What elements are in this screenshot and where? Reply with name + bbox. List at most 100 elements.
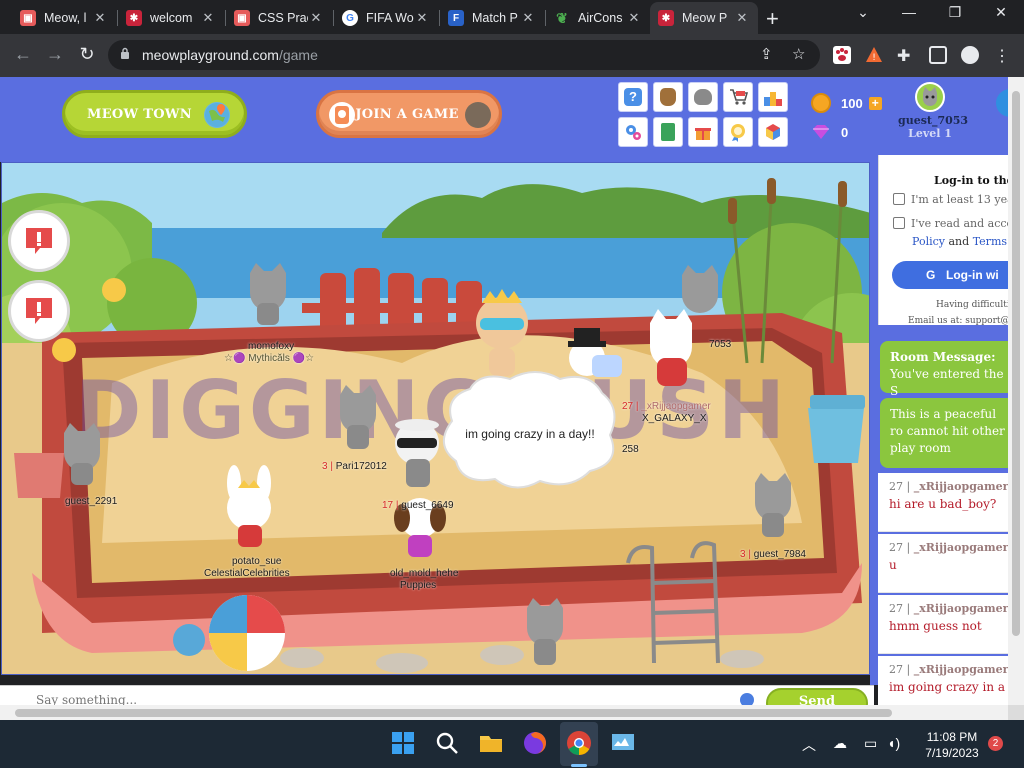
menu-kebab-icon[interactable]: ⋮: [993, 46, 1011, 65]
windows-start-icon[interactable]: [390, 730, 416, 756]
help-icon[interactable]: ?: [618, 82, 648, 112]
login-title: Log-in to the p: [934, 174, 1008, 187]
address-bar[interactable]: meowplayground.com/game ⇪ ☆: [108, 40, 820, 70]
player-guild: X_GALAXY_X: [642, 413, 707, 424]
close-tab-icon[interactable]: ✕: [626, 10, 642, 26]
support-email-text: Email us at: support@m: [908, 316, 1008, 326]
volume-icon[interactable]: ◖): [887, 735, 900, 751]
chat-username[interactable]: _xRijjaopgamer: [914, 663, 1008, 676]
player-label: 7053: [709, 339, 731, 350]
chat-username[interactable]: _xRijjaopgamer: [914, 541, 1008, 554]
tab-fifa[interactable]: G FIFA Wo ✕: [334, 4, 438, 32]
chat-input[interactable]: [36, 691, 716, 705]
back-icon[interactable]: ←: [12, 44, 34, 65]
coin-icon: [811, 93, 831, 113]
close-tab-icon[interactable]: ✕: [414, 10, 430, 26]
profile-avatar-icon[interactable]: [961, 46, 979, 64]
tab-meow-playground[interactable]: ✱ Meow P ✕: [650, 2, 758, 34]
tab-title: FIFA Wo: [366, 11, 414, 25]
tab-welcome[interactable]: ✱ welcom ✕: [118, 4, 224, 32]
chat-message: 27 | _xRijjaopgamer im going crazy in a …: [878, 656, 1008, 705]
cloud-offline-icon[interactable]: ☁: [833, 735, 847, 752]
search-icon[interactable]: [434, 730, 460, 756]
username: guest_7053: [898, 114, 969, 127]
chat-username[interactable]: _xRijjaopgamer: [914, 480, 1008, 493]
player-guild: Puppies: [400, 580, 437, 591]
close-tab-icon[interactable]: ✕: [308, 10, 324, 26]
game-header: MEOW TOWN JOIN A GAME ? 100 + 0 guest_70…: [0, 77, 1012, 155]
bag-icon[interactable]: [653, 82, 683, 112]
warning-extension-icon[interactable]: !: [865, 46, 883, 64]
tab-title: welcom: [150, 11, 193, 25]
bookmark-star-icon[interactable]: ☆: [792, 45, 805, 63]
report-alert-button[interactable]: [8, 210, 70, 272]
close-tab-icon[interactable]: ✕: [92, 10, 108, 26]
taskbar-clock[interactable]: 11:08 PM 7/19/2023: [914, 729, 990, 761]
forward-icon[interactable]: →: [44, 44, 66, 65]
tab-airconsole[interactable]: ❦ AirCons ✕: [546, 4, 650, 32]
horizontal-scrollbar[interactable]: [0, 705, 1008, 720]
report-alert-button-2[interactable]: [8, 280, 70, 342]
room-rule-text: This is a peaceful ro cannot hit other p…: [890, 407, 1005, 455]
close-tab-icon[interactable]: ✕: [734, 10, 750, 26]
tab-match[interactable]: F Match P ✕: [440, 4, 544, 32]
horizontal-scroll-thumb[interactable]: [15, 709, 892, 717]
terms-checkbox-row[interactable]: I've read and accept: [893, 217, 1008, 230]
vertical-scrollbar[interactable]: [1008, 77, 1024, 705]
chrome-icon[interactable]: [566, 730, 592, 756]
chat-message: 27 | _xRijjaopgamer hi are u bad_boy?: [878, 473, 1008, 532]
tray-overflow-icon[interactable]: ︿: [802, 735, 816, 755]
monitor-app-icon[interactable]: [610, 730, 636, 756]
close-window-icon[interactable]: ✕: [986, 4, 1016, 21]
join-game-button[interactable]: JOIN A GAME: [316, 90, 502, 138]
policy-link[interactable]: Policy: [912, 235, 945, 248]
join-game-label: JOIN A GAME: [355, 106, 459, 122]
paw-extension-icon[interactable]: [833, 46, 851, 64]
cube-icon[interactable]: [758, 117, 788, 147]
share-icon[interactable]: ⇪: [760, 45, 773, 63]
player-label: 3 | guest_7984: [740, 549, 806, 560]
emoji-icon[interactable]: [740, 693, 754, 705]
firefox-icon[interactable]: [522, 730, 548, 756]
age-checkbox-row[interactable]: I'm at least 13 years: [893, 193, 1008, 206]
player-sub-label: CelestialCelebrities: [204, 568, 290, 579]
notification-badge[interactable]: 2: [988, 736, 1003, 751]
player-label: 3 | Pari172012: [322, 461, 387, 472]
terms-link[interactable]: Terms O: [973, 235, 1008, 248]
minimize-icon[interactable]: —: [894, 4, 924, 20]
restore-icon[interactable]: ❐: [940, 4, 970, 21]
add-coins-icon[interactable]: +: [868, 96, 882, 110]
game-scene[interactable]: DIGGING PUSH momofoxy ☆🟣 Mythicăls 🟣☆ 3 …: [1, 162, 870, 675]
age-checkbox[interactable]: [893, 193, 905, 205]
send-button[interactable]: Send: [766, 688, 868, 705]
meow-town-button[interactable]: MEOW TOWN: [62, 90, 247, 138]
list-icon[interactable]: [653, 117, 683, 147]
terms-checkbox[interactable]: [893, 217, 905, 229]
gift-icon[interactable]: [688, 117, 718, 147]
cat-icon[interactable]: [688, 82, 718, 112]
side-panel-icon[interactable]: [929, 46, 947, 64]
player-name: guest_2291: [65, 496, 118, 507]
tab-css-practice[interactable]: ▣ CSS Prac ✕: [226, 4, 332, 32]
file-explorer-icon[interactable]: [478, 730, 504, 756]
player-level: 3 |: [322, 461, 333, 472]
tab-meow-1[interactable]: ▣ Meow, l ✕: [12, 4, 116, 32]
trophy-icon[interactable]: [723, 117, 753, 147]
google-login-button[interactable]: G Log-in wi: [892, 261, 1008, 289]
chat-username[interactable]: _xRijjaopgamer: [914, 602, 1008, 615]
tab-search-icon[interactable]: ⌄: [848, 4, 878, 21]
reload-icon[interactable]: ↻: [76, 44, 98, 65]
close-tab-icon[interactable]: ✕: [200, 10, 216, 26]
vertical-scroll-thumb[interactable]: [1012, 91, 1020, 636]
chat-level: 27 |: [889, 541, 911, 554]
network-icon[interactable]: ▭: [864, 735, 877, 752]
puzzle-extensions-icon[interactable]: ✚: [897, 46, 915, 65]
tab-title: CSS Prac: [258, 11, 308, 25]
settings-icon[interactable]: [618, 117, 648, 147]
cart-icon[interactable]: [723, 82, 753, 112]
close-tab-icon[interactable]: ✕: [520, 10, 536, 26]
chat-input-bar: Send: [0, 685, 874, 705]
podium-icon[interactable]: [758, 82, 788, 112]
new-tab-icon[interactable]: +: [766, 6, 779, 32]
user-profile[interactable]: guest_7053 Level 1: [898, 82, 969, 140]
